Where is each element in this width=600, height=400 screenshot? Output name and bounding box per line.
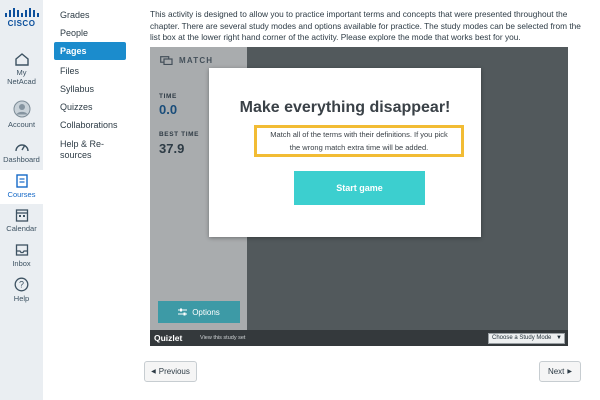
options-button-label: Options — [192, 307, 220, 317]
nav-calendar[interactable]: Calendar — [0, 208, 43, 233]
nav-courses-label: Courses — [7, 190, 36, 199]
course-nav-quizzes[interactable]: Quizzes — [54, 102, 126, 113]
nav-account-label: Account — [7, 120, 36, 129]
dialog-title: Make everything disappear! — [239, 99, 451, 116]
caret-right-icon: ▶ — [567, 369, 573, 375]
dialog-description: Match all of the terms with their defini… — [256, 127, 462, 155]
nav-my-netacad-label-2: NetAcad — [7, 77, 36, 86]
course-nav-files[interactable]: Files — [54, 66, 126, 77]
help-icon: ? — [14, 277, 29, 292]
sliders-icon — [178, 308, 188, 316]
nav-account[interactable]: Account — [0, 100, 43, 129]
time-value: 0.0 — [159, 102, 178, 117]
view-study-set-link[interactable]: View this study set — [200, 335, 245, 341]
study-mode-select-value: Choose a Study Mode — [492, 335, 552, 341]
start-game-button[interactable]: Start game — [294, 171, 425, 205]
course-nav-help-label-1: Help & Re- — [60, 139, 105, 149]
quizlet-brand[interactable]: Quizlet — [154, 333, 182, 343]
nav-courses[interactable]: Courses — [0, 170, 43, 204]
previous-button[interactable]: ◀ Previous — [144, 361, 197, 382]
next-button[interactable]: Next ▶ — [539, 361, 581, 382]
nav-my-netacad[interactable]: My NetAcad — [0, 52, 43, 86]
course-nav-help-label-2: sources — [60, 150, 92, 160]
course-nav-syllabus[interactable]: Syllabus — [54, 84, 126, 95]
nav-dashboard-label: Dashboard — [3, 155, 40, 164]
inbox-icon — [15, 244, 28, 256]
nav-dashboard[interactable]: Dashboard — [0, 140, 43, 164]
nav-calendar-label: Calendar — [6, 224, 37, 233]
course-nav-pages[interactable]: Pages — [54, 42, 126, 60]
svg-text:?: ? — [19, 280, 24, 290]
courses-icon — [15, 174, 28, 188]
cisco-logo-bars — [0, 8, 43, 17]
nav-inbox[interactable]: Inbox — [0, 243, 43, 268]
course-nav-collaborations[interactable]: Collaborations — [54, 120, 126, 131]
course-nav-people[interactable]: People — [54, 28, 126, 39]
next-button-label: Next — [547, 367, 565, 376]
best-time-value: 37.9 — [159, 141, 185, 156]
start-game-dialog: Make everything disappear! Match all of … — [209, 68, 481, 237]
nav-help[interactable]: ? Help — [0, 277, 43, 303]
match-header: MATCH — [160, 56, 213, 65]
previous-button-label: Previous — [158, 367, 190, 376]
dashboard-icon — [14, 144, 29, 152]
cisco-logo[interactable]: CISCO — [0, 8, 43, 28]
course-nav-help-resources[interactable]: Help & Re- sources — [54, 139, 126, 161]
nav-help-label: Help — [13, 294, 30, 303]
cisco-logo-text: CISCO — [7, 19, 36, 28]
quizlet-footer-bar: Quizlet View this study set Choose a Stu… — [150, 330, 568, 346]
time-label: TIME — [159, 93, 177, 100]
nav-my-netacad-label-1: My — [16, 68, 27, 77]
match-cards-icon — [160, 56, 173, 65]
chevron-down-icon: ▼ — [556, 335, 562, 341]
match-mode-title: MATCH — [179, 56, 214, 65]
study-mode-select[interactable]: Choose a Study Mode ▼ — [488, 333, 565, 344]
account-icon — [13, 100, 30, 118]
intro-paragraph: This activity is designed to allow you t… — [150, 9, 581, 42]
home-icon — [14, 53, 29, 66]
global-nav: CISCO My NetAcad Account Dashboard Cours… — [0, 0, 43, 400]
nav-inbox-label: Inbox — [12, 259, 31, 268]
dialog-description-line-1: Match all of the terms with their defini… — [270, 130, 448, 139]
calendar-icon — [15, 209, 28, 222]
options-button[interactable]: Options — [158, 301, 240, 323]
best-time-label: BEST TIME — [159, 131, 200, 138]
caret-left-icon: ◀ — [151, 369, 156, 375]
dialog-description-line-2: the wrong match extra time will be added… — [289, 143, 429, 152]
course-nav-grades[interactable]: Grades — [54, 10, 126, 21]
